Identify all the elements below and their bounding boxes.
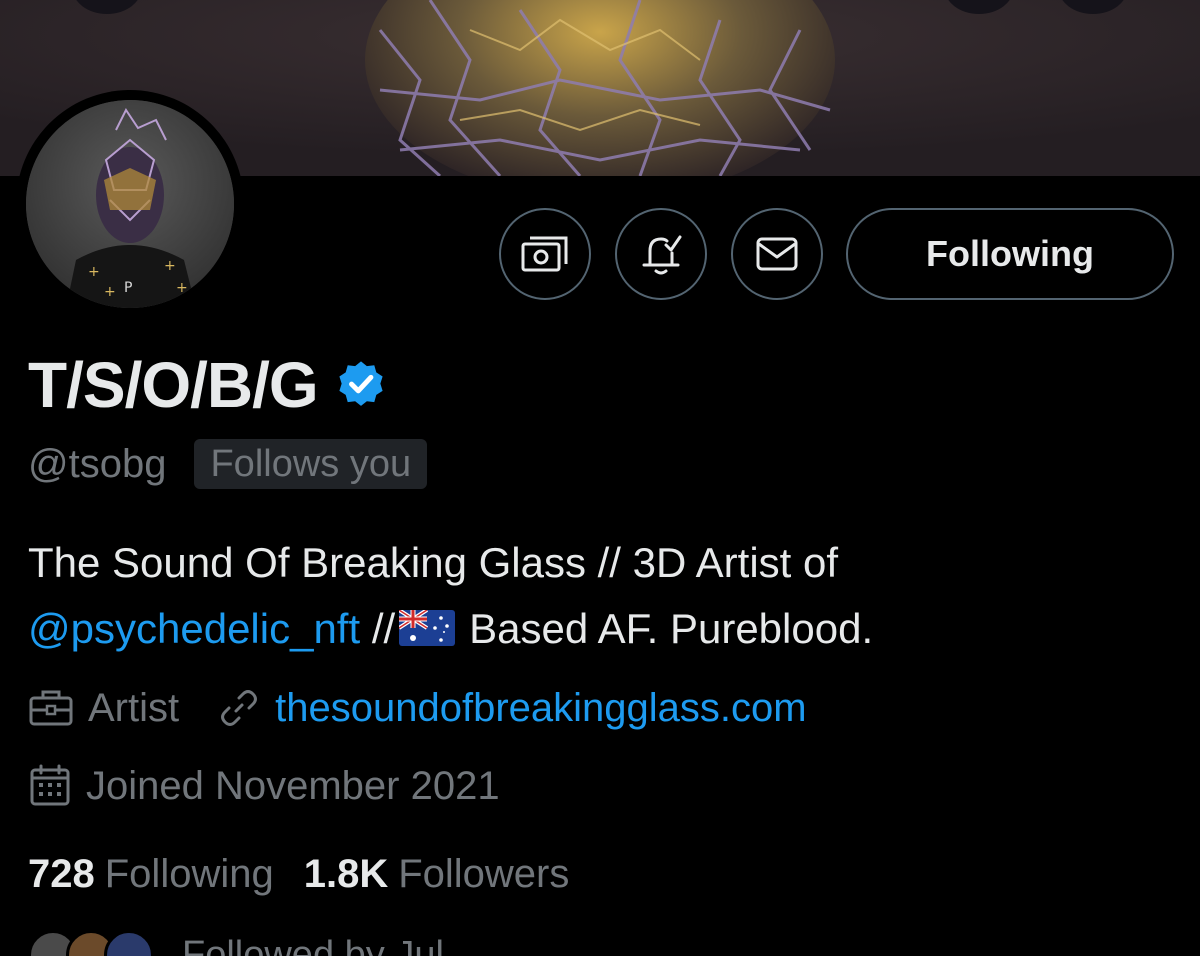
bio: The Sound Of Breaking Glass // 3D Artist…	[28, 530, 1178, 662]
followers-count: 1.8K	[303, 851, 389, 896]
avatar	[104, 930, 154, 956]
display-name-row: T/S/O/B/G	[28, 345, 388, 425]
follow-stats: 728 Following 1.8K Followers	[28, 846, 569, 902]
tip-button[interactable]	[499, 208, 591, 300]
following-button[interactable]: Following	[846, 208, 1174, 300]
bio-mention-link[interactable]: @psychedelic_nft	[28, 605, 360, 652]
avatar-image: + + + + P	[26, 100, 234, 308]
profile-category: Artist	[88, 685, 180, 730]
handle: @tsobg	[28, 441, 167, 486]
message-button[interactable]	[731, 208, 823, 300]
avatar-art: + + + + P	[26, 100, 234, 308]
handle-row: @tsobg Follows you	[28, 436, 428, 492]
display-name: T/S/O/B/G	[28, 349, 319, 421]
australia-flag-icon	[399, 609, 456, 646]
svg-text:P: P	[124, 280, 132, 296]
bio-text-1: The Sound Of Breaking Glass // 3D Artist…	[28, 539, 839, 586]
following-label: Following	[104, 851, 274, 896]
following-stat[interactable]: 728 Following	[28, 852, 274, 897]
bio-text-2: //	[360, 605, 396, 652]
followers-stat[interactable]: 1.8K Followers	[304, 852, 570, 897]
briefcase-icon	[29, 690, 73, 726]
link-icon	[221, 690, 258, 726]
website-link[interactable]: thesoundofbreakingglass.com	[275, 686, 806, 731]
svg-text:+: +	[104, 284, 116, 300]
verified-badge-icon[interactable]	[334, 358, 388, 412]
calendar-icon	[30, 764, 70, 806]
followed-by-text: Followed by Jul...	[182, 934, 476, 956]
svg-text:+: +	[88, 264, 100, 280]
notify-button[interactable]	[615, 208, 707, 300]
followers-label: Followers	[398, 851, 570, 896]
joined-date: Joined November 2021	[86, 763, 500, 808]
followed-by-row[interactable]: Followed by Jul...	[28, 930, 476, 956]
svg-text:+: +	[176, 280, 188, 296]
following-count: 728	[28, 851, 95, 896]
follows-you-badge: Follows you	[194, 439, 428, 489]
money-icon	[521, 236, 568, 272]
bell-check-icon	[642, 235, 682, 275]
profile-meta-row: Artist thesoundofbreakingglass.com	[28, 678, 807, 738]
joined-row: Joined November 2021	[28, 756, 500, 816]
envelope-icon	[756, 237, 798, 271]
avatar[interactable]: + + + + P	[16, 90, 244, 318]
bio-text-3: Based AF. Pureblood.	[469, 605, 874, 652]
svg-text:+: +	[164, 258, 176, 274]
profile-page: + + + + P Following T/S/O/B/G @tsobg Fol…	[0, 0, 1200, 956]
